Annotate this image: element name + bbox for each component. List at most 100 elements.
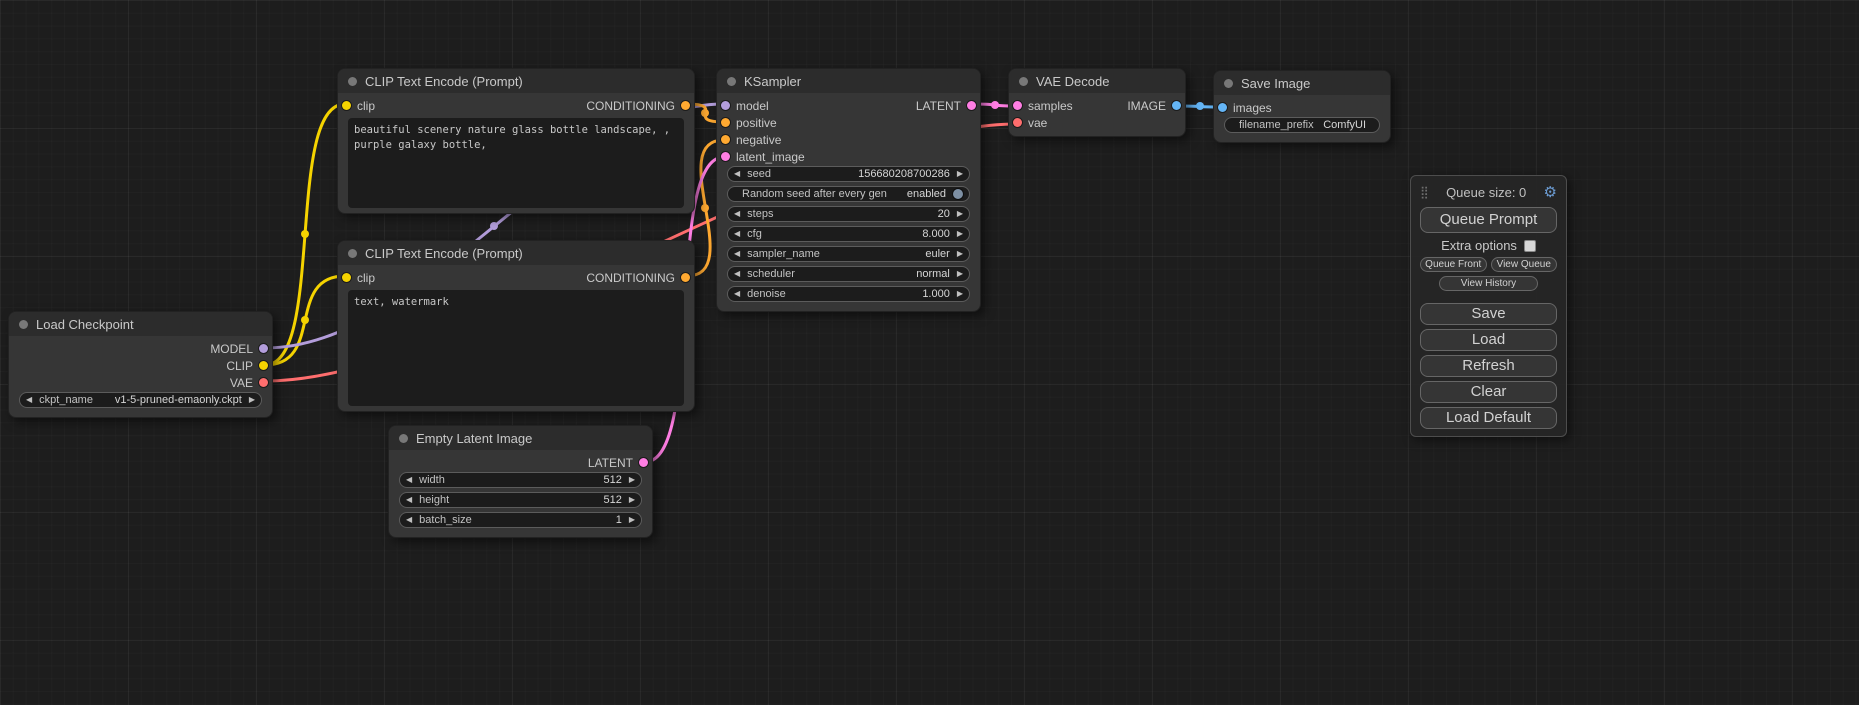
node-title-bar[interactable]: KSampler (717, 69, 980, 93)
node-save-image[interactable]: Save Image images filename_prefix ComfyU… (1213, 70, 1391, 143)
load-default-button[interactable]: Load Default (1420, 407, 1557, 429)
refresh-button[interactable]: Refresh (1420, 355, 1557, 377)
images-input-port[interactable] (1218, 103, 1227, 112)
prompt-textarea[interactable]: text, watermark (348, 290, 684, 406)
collapse-dot-icon[interactable] (399, 434, 408, 443)
decrement-arrow-icon[interactable]: ◀ (734, 170, 740, 178)
node-ksampler[interactable]: KSampler model LATENT positive (716, 68, 981, 312)
input-slot-vae[interactable]: vae (1013, 116, 1047, 130)
widget-steps[interactable]: ◀ steps 20 ▶ (727, 206, 970, 222)
widget-filename-prefix[interactable]: filename_prefix ComfyUI (1224, 117, 1380, 133)
input-slot-positive[interactable]: positive (721, 116, 777, 130)
clip-output-port[interactable] (259, 361, 268, 370)
output-slot-conditioning[interactable]: CONDITIONING (586, 271, 690, 285)
prompt-textarea[interactable]: beautiful scenery nature glass bottle la… (348, 118, 684, 208)
decrement-arrow-icon[interactable]: ◀ (734, 250, 740, 258)
latent-image-input-port[interactable] (721, 152, 730, 161)
node-title-bar[interactable]: CLIP Text Encode (Prompt) (338, 241, 694, 265)
input-slot-clip[interactable]: clip (342, 271, 375, 285)
decrement-arrow-icon[interactable]: ◀ (734, 210, 740, 218)
output-slot-vae[interactable]: VAE (230, 376, 268, 390)
queue-front-button[interactable]: Queue Front (1420, 257, 1487, 272)
widget-denoise[interactable]: ◀ denoise 1.000 ▶ (727, 286, 970, 302)
input-slot-model[interactable]: model (721, 99, 769, 113)
view-history-button[interactable]: View History (1439, 276, 1538, 291)
output-slot-model[interactable]: MODEL (210, 342, 268, 356)
increment-arrow-icon[interactable]: ▶ (629, 476, 635, 484)
collapse-dot-icon[interactable] (1224, 79, 1233, 88)
node-clip-text-encode-negative[interactable]: CLIP Text Encode (Prompt) clip CONDITION… (337, 240, 695, 412)
input-slot-latent-image[interactable]: latent_image (721, 150, 805, 164)
clear-button[interactable]: Clear (1420, 381, 1557, 403)
widget-seed[interactable]: ◀ seed 156680208700286 ▶ (727, 166, 970, 182)
toggle-dot-icon[interactable] (953, 189, 963, 199)
increment-arrow-icon[interactable]: ▶ (957, 210, 963, 218)
vae-input-port[interactable] (1013, 118, 1022, 127)
decrement-arrow-icon[interactable]: ◀ (406, 496, 412, 504)
clip-input-port[interactable] (342, 273, 351, 282)
vae-output-port[interactable] (259, 378, 268, 387)
conditioning-output-port[interactable] (681, 101, 690, 110)
increment-arrow-icon[interactable]: ▶ (249, 396, 255, 404)
model-input-port[interactable] (721, 101, 730, 110)
increment-arrow-icon[interactable]: ▶ (957, 290, 963, 298)
node-title-bar[interactable]: Save Image (1214, 71, 1390, 95)
collapse-dot-icon[interactable] (1019, 77, 1028, 86)
queue-prompt-button[interactable]: Queue Prompt (1420, 207, 1557, 233)
output-slot-latent[interactable]: LATENT (916, 99, 976, 113)
input-slot-samples[interactable]: samples (1013, 99, 1073, 113)
latent-output-port[interactable] (639, 458, 648, 467)
conditioning-output-port[interactable] (681, 273, 690, 282)
increment-arrow-icon[interactable]: ▶ (957, 170, 963, 178)
widget-cfg[interactable]: ◀ cfg 8.000 ▶ (727, 226, 970, 242)
image-output-port[interactable] (1172, 101, 1181, 110)
input-slot-clip[interactable]: clip (342, 99, 375, 113)
node-title-bar[interactable]: CLIP Text Encode (Prompt) (338, 69, 694, 93)
output-slot-clip[interactable]: CLIP (226, 359, 268, 373)
node-graph-canvas[interactable]: Load Checkpoint MODEL CLIP VAE (0, 0, 1859, 705)
collapse-dot-icon[interactable] (348, 249, 357, 258)
decrement-arrow-icon[interactable]: ◀ (734, 270, 740, 278)
node-title-bar[interactable]: Load Checkpoint (9, 312, 272, 336)
decrement-arrow-icon[interactable]: ◀ (406, 516, 412, 524)
decrement-arrow-icon[interactable]: ◀ (734, 230, 740, 238)
extra-options-checkbox[interactable] (1524, 240, 1536, 252)
widget-ckpt-name[interactable]: ◀ ckpt_name v1-5-pruned-emaonly.ckpt ▶ (19, 392, 262, 408)
decrement-arrow-icon[interactable]: ◀ (26, 396, 32, 404)
node-clip-text-encode-positive[interactable]: CLIP Text Encode (Prompt) clip CONDITION… (337, 68, 695, 214)
collapse-dot-icon[interactable] (348, 77, 357, 86)
output-slot-latent[interactable]: LATENT (588, 456, 648, 470)
input-slot-negative[interactable]: negative (721, 133, 781, 147)
output-slot-image[interactable]: IMAGE (1127, 99, 1181, 113)
negative-input-port[interactable] (721, 135, 730, 144)
widget-scheduler[interactable]: ◀ scheduler normal ▶ (727, 266, 970, 282)
input-slot-images[interactable]: images (1218, 101, 1272, 115)
output-slot-conditioning[interactable]: CONDITIONING (586, 99, 690, 113)
widget-sampler-name[interactable]: ◀ sampler_name euler ▶ (727, 246, 970, 262)
increment-arrow-icon[interactable]: ▶ (957, 230, 963, 238)
node-load-checkpoint[interactable]: Load Checkpoint MODEL CLIP VAE (8, 311, 273, 418)
load-button[interactable]: Load (1420, 329, 1557, 351)
model-output-port[interactable] (259, 344, 268, 353)
increment-arrow-icon[interactable]: ▶ (957, 250, 963, 258)
node-empty-latent-image[interactable]: Empty Latent Image LATENT ◀ width 512 ▶ … (388, 425, 653, 538)
decrement-arrow-icon[interactable]: ◀ (734, 290, 740, 298)
menu-drag-handle-icon[interactable]: ⣿ (1420, 185, 1429, 199)
increment-arrow-icon[interactable]: ▶ (629, 516, 635, 524)
positive-input-port[interactable] (721, 118, 730, 127)
widget-batch-size[interactable]: ◀ batch_size 1 ▶ (399, 512, 642, 528)
samples-input-port[interactable] (1013, 101, 1022, 110)
collapse-dot-icon[interactable] (19, 320, 28, 329)
node-title-bar[interactable]: Empty Latent Image (389, 426, 652, 450)
save-button[interactable]: Save (1420, 303, 1557, 325)
widget-height[interactable]: ◀ height 512 ▶ (399, 492, 642, 508)
increment-arrow-icon[interactable]: ▶ (629, 496, 635, 504)
widget-width[interactable]: ◀ width 512 ▶ (399, 472, 642, 488)
latent-output-port[interactable] (967, 101, 976, 110)
settings-gear-icon[interactable]: ⚙ (1544, 183, 1557, 201)
node-vae-decode[interactable]: VAE Decode samples IMAGE vae (1008, 68, 1186, 137)
view-queue-button[interactable]: View Queue (1491, 257, 1558, 272)
clip-input-port[interactable] (342, 101, 351, 110)
node-title-bar[interactable]: VAE Decode (1009, 69, 1185, 93)
decrement-arrow-icon[interactable]: ◀ (406, 476, 412, 484)
